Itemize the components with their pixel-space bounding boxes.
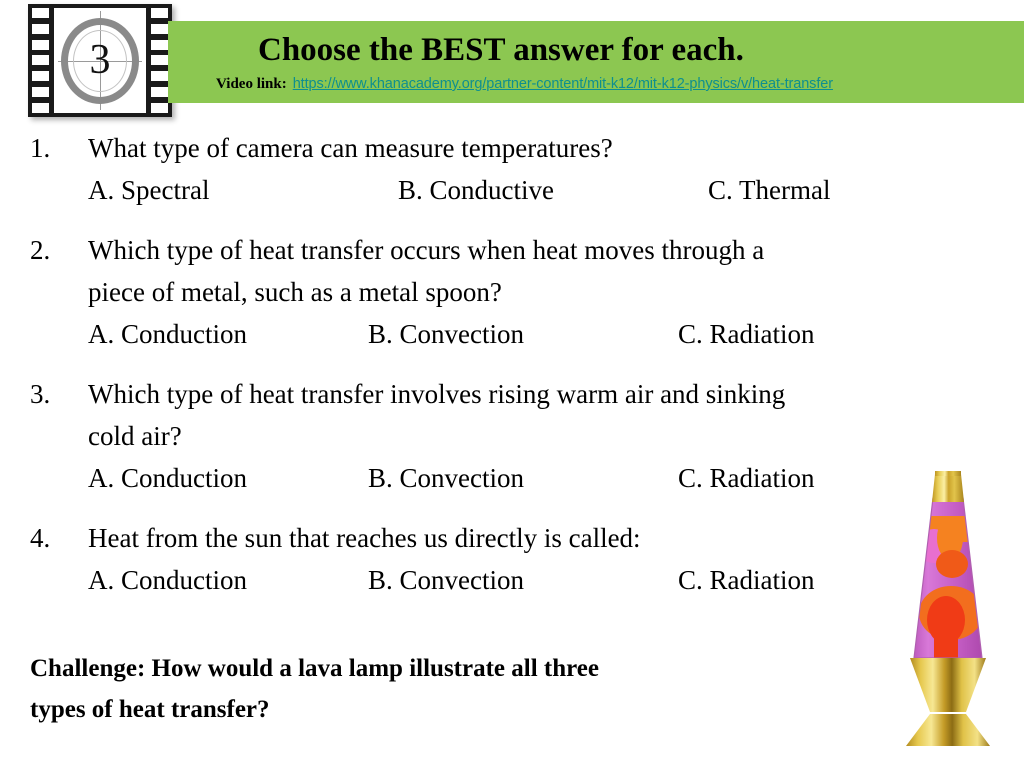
question-2-prompt: 2. Which type of heat transfer occurs wh… <box>30 229 990 271</box>
sprocket-hole <box>32 8 49 18</box>
question-2-option-a[interactable]: A. Conduction <box>88 313 247 355</box>
sprocket-hole <box>32 87 49 98</box>
option-text: Conduction <box>121 463 247 493</box>
question-1-options: A. Spectral B. Conductive C. Thermal <box>88 169 990 211</box>
question-2-option-b[interactable]: B. Convection <box>368 313 524 355</box>
question-2-options: A. Conduction B. Convection C. Radiation <box>88 313 990 355</box>
question-4-prompt: 4. Heat from the sun that reaches us dir… <box>30 517 990 559</box>
question-2-text-line2: piece of metal, such as a metal spoon? <box>88 277 502 307</box>
question-2: 2. Which type of heat transfer occurs wh… <box>30 229 990 355</box>
sprocket-hole <box>151 55 168 66</box>
question-1-option-a[interactable]: A. Spectral <box>88 169 209 211</box>
film-frame: 3 <box>54 8 146 113</box>
page-title: Choose the BEST answer for each. <box>258 32 744 68</box>
challenge-prompt: Challenge: How would a lava lamp illustr… <box>30 648 860 730</box>
option-text: Radiation <box>709 463 815 493</box>
sprocket-hole <box>32 39 49 50</box>
option-label: B. <box>368 319 393 349</box>
sprocket-hole <box>151 39 168 50</box>
question-3: 3. Which type of heat transfer involves … <box>30 373 990 499</box>
question-3-option-a[interactable]: A. Conduction <box>88 457 247 499</box>
option-text: Radiation <box>709 565 815 595</box>
sprocket-hole <box>32 23 49 34</box>
question-3-text-line2: cold air? <box>88 421 182 451</box>
video-link-label: Video link: <box>216 76 287 92</box>
question-1-option-c[interactable]: C. Thermal <box>708 169 831 211</box>
option-label: C. <box>708 175 733 205</box>
option-label: B. <box>398 175 423 205</box>
countdown-number: 3 <box>89 36 111 83</box>
option-label: A. <box>88 565 115 595</box>
option-text: Convection <box>399 319 524 349</box>
challenge-line-2: types of heat transfer? <box>30 696 270 723</box>
question-4-option-b[interactable]: B. Convection <box>368 559 524 601</box>
question-4-number: 4. <box>30 523 51 553</box>
sprocket-hole <box>151 87 168 98</box>
question-2-number: 2. <box>30 235 51 265</box>
option-label: B. <box>368 463 393 493</box>
question-1: 1. What type of camera can measure tempe… <box>30 127 990 211</box>
option-text: Convection <box>399 565 524 595</box>
question-3-text: Which type of heat transfer involves ris… <box>88 379 786 409</box>
question-2-text: Which type of heat transfer occurs when … <box>88 235 765 265</box>
sprocket-hole <box>151 23 168 34</box>
option-label: A. <box>88 175 115 205</box>
question-1-prompt: 1. What type of camera can measure tempe… <box>30 127 990 169</box>
option-text: Convection <box>399 463 524 493</box>
question-4-option-a[interactable]: A. Conduction <box>88 559 247 601</box>
option-text: Thermal <box>739 175 831 205</box>
option-label: A. <box>88 319 115 349</box>
option-label: A. <box>88 463 115 493</box>
film-countdown-icon: 3 <box>28 4 172 117</box>
option-label: B. <box>368 565 393 595</box>
question-4-text: Heat from the sun that reaches us direct… <box>88 523 641 553</box>
challenge-line-1: Challenge: How would a lava lamp illustr… <box>30 655 599 682</box>
sprocket-hole <box>151 71 168 82</box>
question-3-number: 3. <box>30 379 51 409</box>
question-3-prompt: 3. Which type of heat transfer involves … <box>30 373 990 415</box>
video-link-row: Video link: https://www.khanacademy.org/p… <box>216 76 833 93</box>
question-4: 4. Heat from the sun that reaches us dir… <box>30 517 990 601</box>
sprocket-hole <box>32 55 49 66</box>
option-text: Radiation <box>709 319 815 349</box>
question-4-options: A. Conduction B. Convection C. Radiation <box>88 559 990 601</box>
question-1-text: What type of camera can measure temperat… <box>88 133 613 163</box>
lava-lamp-image <box>878 468 1018 748</box>
option-text: Spectral <box>121 175 210 205</box>
film-sprockets-left <box>28 4 53 117</box>
sprocket-hole <box>151 102 168 113</box>
question-1-number: 1. <box>30 133 51 163</box>
option-text: Conductive <box>429 175 554 205</box>
question-2-option-c[interactable]: C. Radiation <box>678 313 815 355</box>
option-text: Conduction <box>121 565 247 595</box>
question-1-option-b[interactable]: B. Conductive <box>398 169 554 211</box>
sprocket-hole <box>151 8 168 18</box>
question-3-option-b[interactable]: B. Convection <box>368 457 524 499</box>
video-link-url[interactable]: https://www.khanacademy.org/partner-cont… <box>293 76 833 92</box>
option-label: C. <box>678 463 703 493</box>
question-3-options: A. Conduction B. Convection C. Radiation <box>88 457 990 499</box>
sprocket-hole <box>32 102 49 113</box>
option-label: C. <box>678 565 703 595</box>
sprocket-hole <box>32 71 49 82</box>
question-3-option-c[interactable]: C. Radiation <box>678 457 815 499</box>
option-text: Conduction <box>121 319 247 349</box>
question-4-option-c[interactable]: C. Radiation <box>678 559 815 601</box>
option-label: C. <box>678 319 703 349</box>
